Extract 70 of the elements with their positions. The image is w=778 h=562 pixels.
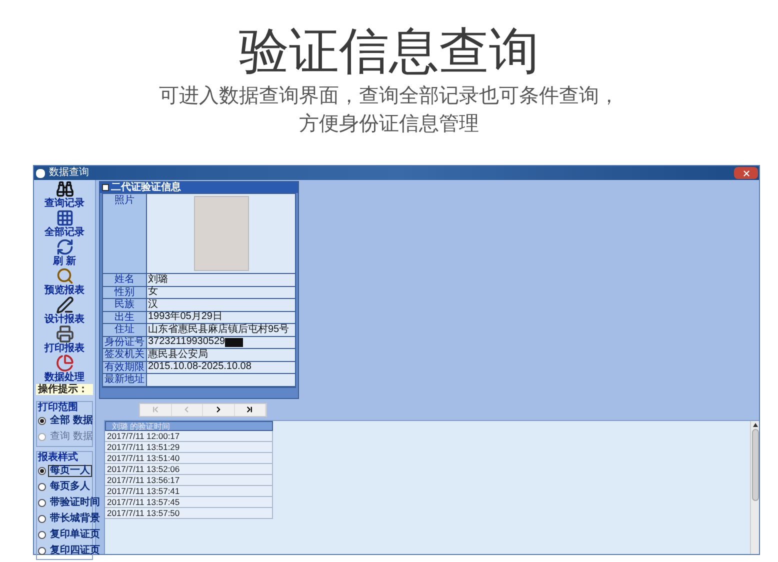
radio-label[interactable]: 带验证时间	[48, 497, 102, 509]
page-subtitle: 方便身份证信息管理	[299, 112, 479, 137]
hint-label: 操作提示：	[36, 384, 93, 395]
field-value: 2015.10.08-2025.10.08	[148, 361, 252, 374]
table-cell: 2017/7/11 13:57:45	[105, 496, 273, 508]
table-cell: 2017/7/11 13:51:40	[105, 452, 273, 464]
field-value: 女	[148, 286, 158, 298]
toolbar-button[interactable]: 查询记录	[36, 180, 93, 209]
page-title: 验证信息查询	[239, 21, 539, 82]
field-value: 惠民县公安局	[148, 348, 208, 361]
scroll-thumb[interactable]	[752, 428, 758, 500]
scrollbar[interactable]	[750, 420, 759, 554]
printer-icon	[56, 325, 74, 343]
scroll-up-icon[interactable]	[752, 422, 758, 426]
field-value: 山东省惠民县麻店镇后屯村95号	[148, 324, 290, 336]
page-subtitle: 可进入数据查询界面，查询全部记录也可条件查询，	[159, 84, 619, 109]
group-title: 打印范围	[38, 402, 79, 413]
field-label: 住址	[103, 324, 147, 336]
radio-label[interactable]: 每页多人	[48, 481, 92, 493]
field-value: 汉	[148, 298, 158, 311]
pen-icon	[56, 296, 74, 314]
radio-button[interactable]	[38, 467, 46, 475]
pie-chart-icon	[56, 354, 74, 372]
radio-button[interactable]	[38, 483, 46, 491]
radio-label[interactable]: 全部 数据	[48, 415, 95, 427]
table-cell: 2017/7/11 13:52:06	[105, 464, 273, 474]
radio-button[interactable]	[38, 531, 46, 539]
group-title: 报表样式	[38, 452, 79, 463]
radio-button[interactable]	[38, 515, 46, 523]
collapse-icon[interactable]	[102, 184, 109, 191]
radio-button[interactable]	[38, 547, 46, 555]
card-title: 二代证验证信息	[111, 182, 181, 192]
radio-button[interactable]	[38, 417, 46, 425]
toolbar-button[interactable]: 打印报表	[36, 325, 93, 354]
radio-label[interactable]: 带长城背景	[48, 513, 102, 525]
field-value: 37232119930529	[148, 336, 226, 348]
radio-label[interactable]: 复印单证页	[48, 529, 102, 541]
field-label: 签发机关	[103, 349, 147, 360]
toolbar-button[interactable]: 刷 新	[36, 238, 93, 267]
toolbar-button[interactable]: 设计报表	[36, 296, 93, 325]
table-cell: 2017/7/11 13:56:17	[105, 474, 273, 486]
toolbar-button[interactable]: 预览报表	[36, 267, 93, 296]
refresh-icon	[56, 238, 74, 256]
table-cell: 2017/7/11 12:00:17	[105, 430, 273, 442]
field-label: 有效期限	[103, 362, 147, 373]
field-label: 身份证号	[103, 336, 147, 348]
field-label: 姓名	[103, 274, 147, 286]
close-icon	[742, 168, 750, 178]
radio-label[interactable]: 复印四证页	[48, 545, 102, 557]
field-label: 民族	[103, 299, 147, 310]
toolbar-button[interactable]: 数据处理	[36, 354, 93, 383]
field-label: 性别	[103, 286, 147, 298]
close-button[interactable]	[734, 167, 758, 179]
grid-icon	[56, 209, 74, 227]
radio-button[interactable]	[38, 499, 46, 507]
search-icon	[56, 267, 74, 285]
field-value: 刘璐	[148, 274, 168, 286]
field-label: 照片	[103, 194, 147, 273]
table-cell: 2017/7/11 13:57:41	[105, 486, 273, 496]
field-label: 最新地址	[103, 374, 147, 386]
table-cell: 2017/7/11 13:57:50	[105, 508, 273, 518]
binoculars-icon	[56, 180, 74, 198]
table-cell: 2017/7/11 13:51:29	[105, 442, 273, 452]
column-header: 刘璐 的验证时间	[105, 420, 273, 430]
field-label: 出生	[103, 312, 147, 323]
toolbar-button[interactable]: 全部记录	[36, 209, 93, 238]
window-title: 数据查询	[49, 168, 89, 178]
radio-label[interactable]: 每页一人	[48, 465, 92, 477]
field-value: 1993年05月29日	[148, 311, 222, 324]
app-icon	[36, 168, 45, 178]
